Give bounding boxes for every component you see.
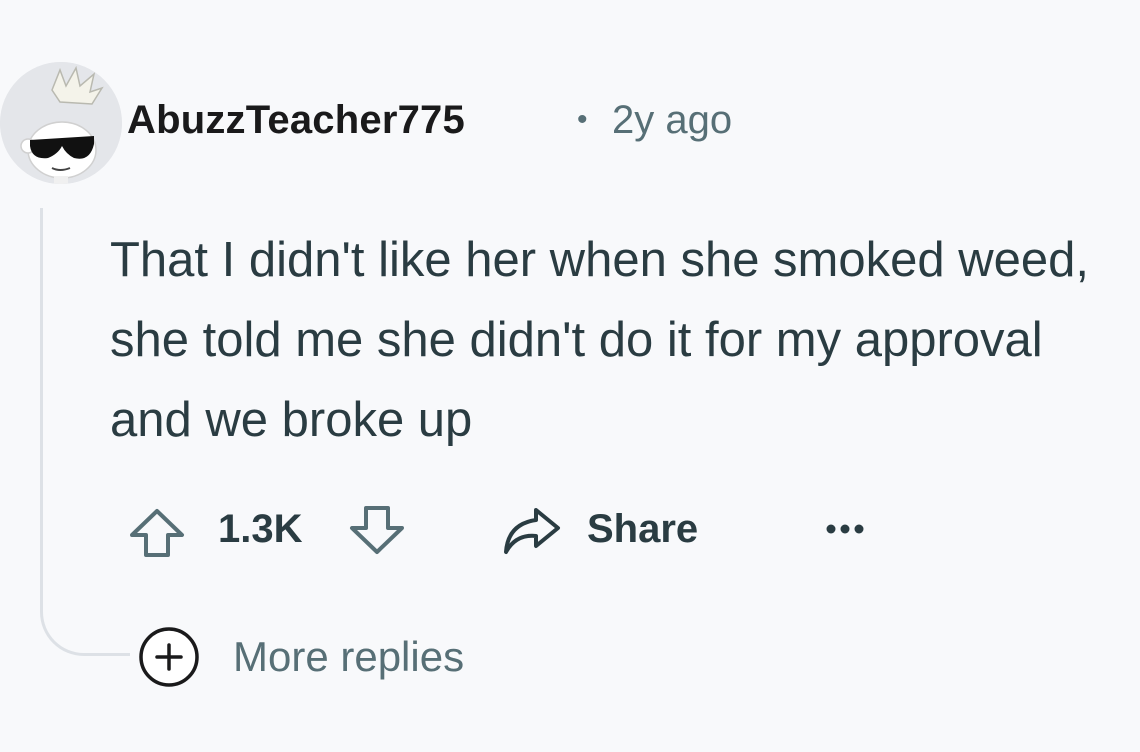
snoo-avatar-icon — [0, 62, 122, 184]
plus-circle-icon — [139, 627, 199, 687]
comment-timestamp[interactable]: 2y ago — [612, 98, 732, 143]
ellipsis-icon — [826, 524, 864, 534]
share-button[interactable] — [500, 504, 562, 556]
comment-author[interactable]: AbuzzTeacher775 — [127, 98, 465, 143]
upvote-button[interactable] — [128, 507, 186, 559]
arrow-down-outline-icon — [350, 506, 404, 554]
arrow-up-outline-icon — [130, 509, 184, 557]
vote-count: 1.3K — [218, 507, 303, 551]
more-replies-link[interactable]: More replies — [233, 633, 464, 681]
share-label[interactable]: Share — [587, 507, 698, 552]
expand-replies-button[interactable] — [137, 625, 201, 689]
share-arrow-icon — [504, 508, 560, 554]
avatar[interactable] — [0, 62, 122, 184]
more-options-button[interactable] — [822, 517, 868, 541]
comment-body: That I didn't like her when she smoked w… — [110, 233, 1089, 447]
meta-separator: • — [577, 103, 588, 136]
downvote-button[interactable] — [348, 504, 406, 556]
